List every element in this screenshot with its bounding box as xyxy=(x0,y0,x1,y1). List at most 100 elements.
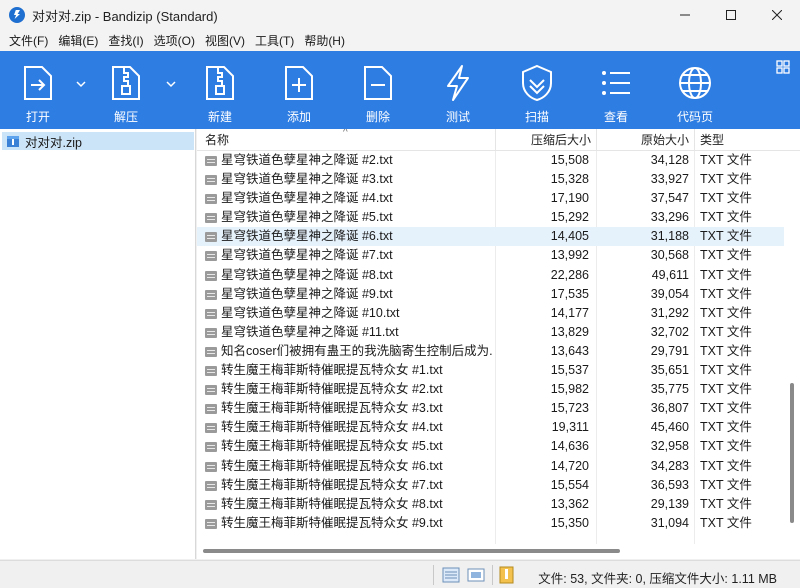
compressed-size: 13,362 xyxy=(550,496,589,511)
file-name: 星穹铁道色孽星神之降诞 #10.txt xyxy=(221,305,400,320)
original-size: 31,292 xyxy=(650,305,689,320)
table-row[interactable]: 转生魔王梅菲斯特催眠提瓦特众女 #3.txt 15,723 36,807 TXT 文件 xyxy=(197,399,784,418)
close-icon xyxy=(772,10,782,20)
menu-help[interactable]: 帮助(H) xyxy=(299,32,350,49)
column-header-type[interactable]: 类型 xyxy=(700,129,724,151)
file-type: TXT 文件 xyxy=(700,420,752,435)
file-name: 转生魔王梅菲斯特催眠提瓦特众女 #7.txt xyxy=(221,477,443,492)
menu-tools[interactable]: 工具(T) xyxy=(250,32,299,49)
codepage-label: 代码页 xyxy=(676,110,713,124)
file-name: 转生魔王梅菲斯特催眠提瓦特众女 #9.txt xyxy=(221,515,443,530)
table-row[interactable]: 星穹铁道色孽星神之降诞 #6.txt 14,405 31,188 TXT 文件 xyxy=(197,227,784,247)
table-row[interactable]: 星穹铁道色孽星神之降诞 #7.txt 13,992 30,568 TXT 文件 xyxy=(197,246,784,265)
table-row[interactable]: 转生魔王梅菲斯特催眠提瓦特众女 #2.txt 15,982 35,775 TXT 文件 xyxy=(197,380,784,399)
table-row[interactable]: 转生魔王梅菲斯特催眠提瓦特众女 #7.txt 15,554 36,593 TXT 文件 xyxy=(197,476,784,495)
tree-item-archive[interactable]: 对对对.zip xyxy=(2,132,194,150)
file-type: TXT 文件 xyxy=(700,248,752,263)
new-label: 新建 xyxy=(207,110,232,124)
file-type: TXT 文件 xyxy=(700,439,752,454)
add-button[interactable]: 添加 xyxy=(277,51,321,129)
compressed-size: 13,643 xyxy=(550,343,589,358)
close-button[interactable] xyxy=(754,0,800,30)
column-header-original-size[interactable]: 原始大小 xyxy=(641,129,689,151)
codepage-button[interactable]: 代码页 xyxy=(673,51,717,129)
original-size: 32,958 xyxy=(650,439,689,454)
file-type: TXT 文件 xyxy=(700,172,752,187)
table-row[interactable]: 星穹铁道色孽星神之降诞 #3.txt 15,328 33,927 TXT 文件 xyxy=(197,170,784,189)
toolbar: 打开 解压 新建 添加 删除 测试 扫描 查看 代码页 xyxy=(0,51,800,129)
file-name: 星穹铁道色孽星神之降诞 #9.txt xyxy=(221,286,393,301)
menu-edit[interactable]: 编辑(E) xyxy=(53,32,103,49)
column-divider[interactable] xyxy=(694,129,695,151)
file-name: 星穹铁道色孽星神之降诞 #8.txt xyxy=(221,267,393,282)
new-button[interactable]: 新建 xyxy=(198,51,242,129)
open-label: 打开 xyxy=(25,110,50,124)
file-type: TXT 文件 xyxy=(700,267,752,282)
file-name: 星穹铁道色孽星神之降诞 #7.txt xyxy=(221,248,393,263)
extract-button[interactable]: 解压 xyxy=(104,51,148,129)
compressed-size: 15,554 xyxy=(550,477,589,492)
open-button[interactable]: 打开 xyxy=(16,51,60,129)
text-file-icon xyxy=(205,175,217,186)
file-type: TXT 文件 xyxy=(700,343,752,358)
menu-find[interactable]: 查找(I) xyxy=(103,32,148,49)
file-name: 星穹铁道色孽星神之降诞 #2.txt xyxy=(221,153,393,167)
table-row[interactable]: 星穹铁道色孽星神之降诞 #8.txt 22,286 49,611 TXT 文件 xyxy=(197,266,784,285)
open-dropdown-chevron-icon[interactable] xyxy=(76,79,86,89)
extract-dropdown-chevron-icon[interactable] xyxy=(166,79,176,89)
table-row[interactable]: 知名coser们被拥有蛊王的我洗脑寄生控制后成为... 13,643 29,791 T… xyxy=(197,342,784,361)
vertical-scroll-thumb[interactable] xyxy=(790,383,794,523)
file-type: TXT 文件 xyxy=(700,286,752,301)
column-divider[interactable] xyxy=(495,129,496,151)
table-row[interactable]: 转生魔王梅菲斯特催眠提瓦特众女 #4.txt 19,311 45,460 TXT 文件 xyxy=(197,418,784,437)
file-name: 星穹铁道色孽星神之降诞 #5.txt xyxy=(221,210,393,225)
compressed-size: 13,992 xyxy=(550,248,589,263)
table-row[interactable]: 星穹铁道色孽星神之降诞 #11.txt 13,829 32,702 TXT 文件 xyxy=(197,323,784,342)
original-size: 31,188 xyxy=(650,229,689,244)
table-row[interactable]: 转生魔王梅菲斯特催眠提瓦特众女 #1.txt 15,537 35,651 TXT 文件 xyxy=(197,361,784,380)
lightning-icon xyxy=(440,63,476,103)
scan-button[interactable]: 扫描 xyxy=(515,51,559,129)
archive-info-icon[interactable] xyxy=(498,566,516,584)
table-row[interactable]: 星穹铁道色孽星神之降诞 #5.txt 15,292 33,296 TXT 文件 xyxy=(197,208,784,227)
table-row[interactable]: 转生魔王梅菲斯特催眠提瓦特众女 #5.txt 14,636 32,958 TXT 文件 xyxy=(197,437,784,456)
column-divider[interactable] xyxy=(596,129,597,151)
minimize-button[interactable] xyxy=(662,0,708,30)
details-view-icon[interactable] xyxy=(442,566,460,584)
file-name: 知名coser们被拥有蛊王的我洗脑寄生控制后成为... xyxy=(221,343,493,358)
table-row[interactable]: 转生魔王梅菲斯特催眠提瓦特众女 #9.txt 15,350 31,094 TXT 文件 xyxy=(197,514,784,533)
list-view-icon xyxy=(598,63,634,103)
window-title: 对对对.zip - Bandizip (Standard) xyxy=(32,8,218,24)
file-name: 转生魔王梅菲斯特催眠提瓦特众女 #8.txt xyxy=(221,496,443,511)
column-header-name[interactable]: 名称 xyxy=(205,129,229,151)
folder-tree: 对对对.zip xyxy=(0,129,196,559)
file-type: TXT 文件 xyxy=(700,191,752,206)
text-file-icon xyxy=(205,423,217,434)
table-row[interactable]: 星穹铁道色孽星神之降诞 #2.txt 15,508 34,128 TXT 文件 xyxy=(197,151,784,170)
table-row[interactable]: 转生魔王梅菲斯特催眠提瓦特众女 #6.txt 14,720 34,283 TXT 文件 xyxy=(197,457,784,476)
menu-file[interactable]: 文件(F) xyxy=(4,32,53,49)
vertical-scrollbar[interactable] xyxy=(784,151,800,544)
table-row[interactable]: 星穹铁道色孽星神之降诞 #4.txt 17,190 37,547 TXT 文件 xyxy=(197,189,784,208)
column-header-compressed-size[interactable]: 压缩后大小 xyxy=(531,129,591,151)
test-button[interactable]: 测试 xyxy=(436,51,480,129)
table-row[interactable]: 星穹铁道色孽星神之降诞 #9.txt 17,535 39,054 TXT 文件 xyxy=(197,285,784,304)
table-row[interactable]: 星穹铁道色孽星神之降诞 #10.txt 14,177 31,292 TXT 文件 xyxy=(197,304,784,323)
delete-button[interactable]: 删除 xyxy=(356,51,400,129)
text-file-icon xyxy=(205,461,217,472)
grid-layout-icon[interactable] xyxy=(776,60,790,74)
add-file-icon xyxy=(281,63,317,103)
original-size: 29,139 xyxy=(650,496,689,511)
table-row[interactable]: 转生魔王梅菲斯特催眠提瓦特众女 #8.txt 13,362 29,139 TXT 文件 xyxy=(197,495,784,514)
menu-options[interactable]: 选项(O) xyxy=(149,32,200,49)
view-button[interactable]: 查看 xyxy=(594,51,638,129)
maximize-button[interactable] xyxy=(708,0,754,30)
file-type: TXT 文件 xyxy=(700,458,752,473)
text-file-icon xyxy=(205,327,217,338)
original-size: 33,296 xyxy=(650,210,689,225)
thumbnail-view-icon[interactable] xyxy=(467,566,485,584)
menu-view[interactable]: 视图(V) xyxy=(200,32,250,49)
horizontal-scrollbar[interactable] xyxy=(197,544,784,559)
file-name: 星穹铁道色孽星神之降诞 #3.txt xyxy=(221,172,393,187)
horizontal-scroll-thumb[interactable] xyxy=(203,549,620,553)
